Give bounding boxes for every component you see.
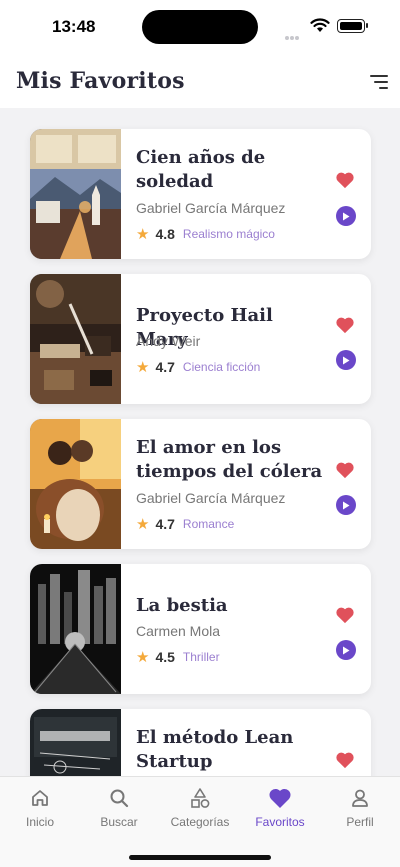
tab-categorias[interactable]: Categorías [162, 785, 238, 829]
page-title: Mis Favoritos [16, 68, 185, 94]
book-cover-image [30, 274, 121, 404]
play-icon [343, 646, 350, 654]
person-icon [352, 789, 368, 807]
book-cover-image [30, 419, 121, 549]
book-title: El amor en los tiempos del cólera [136, 437, 323, 482]
tab-label: Buscar [100, 815, 138, 829]
wifi-icon [310, 18, 330, 32]
book-author: Gabriel García Márquez [136, 200, 286, 216]
rating-value: 4.7 [155, 516, 175, 532]
rating-value: 4.5 [155, 649, 175, 665]
dynamic-island [142, 10, 258, 44]
star-icon: ★ [136, 358, 150, 376]
book-card[interactable]: La bestia Carmen Mola ★ 4.5 Thriller [30, 564, 371, 694]
play-button[interactable] [336, 350, 356, 370]
rating-row: ★ 4.8 Realismo mágico [136, 225, 275, 243]
play-button[interactable] [336, 495, 356, 515]
book-cover-image [30, 129, 121, 259]
genre-label: Thriller [182, 650, 220, 664]
rating-value: 4.8 [155, 226, 175, 242]
play-icon [343, 501, 350, 509]
tab-label: Perfil [346, 815, 374, 829]
book-title: El método Lean Startup [136, 727, 294, 772]
book-cover-image [30, 564, 121, 694]
book-author: Gabriel García Márquez [136, 490, 286, 506]
book-author: Carmen Mola [136, 623, 221, 639]
book-title: Cien años de soledad [136, 147, 266, 192]
rating-value: 4.7 [155, 359, 175, 375]
book-card[interactable]: Proyecto Hail Mary Andy Weir ★ 4.7 Cienc… [30, 274, 371, 404]
header: Mis Favoritos [0, 56, 400, 108]
play-button[interactable] [336, 206, 356, 226]
home-indicator [129, 855, 271, 860]
status-time: 13:48 [52, 17, 96, 36]
heart-icon[interactable] [335, 606, 355, 624]
tab-label: Inicio [25, 815, 54, 829]
favorites-list[interactable]: Cien años de soledad Gabriel García Márq… [0, 108, 400, 776]
heart-icon[interactable] [335, 751, 355, 769]
rating-row: ★ 4.5 Thriller [136, 648, 220, 666]
status-bar: 13:48 [0, 0, 400, 56]
heart-icon[interactable] [335, 316, 355, 334]
genre-label: Ciencia ficción [182, 360, 261, 374]
book-author: Andy Weir [136, 333, 201, 349]
genre-label: Romance [182, 517, 235, 531]
tab-inicio[interactable]: Inicio [2, 785, 78, 829]
heart-icon [269, 788, 291, 808]
book-cover-image [30, 709, 121, 776]
search-icon [110, 789, 129, 808]
star-icon: ★ [136, 225, 150, 243]
tab-favoritos[interactable]: Favoritos [242, 785, 318, 829]
tab-perfil[interactable]: Perfil [322, 785, 398, 829]
genre-label: Realismo mágico [182, 227, 275, 241]
book-card[interactable]: Cien años de soledad Gabriel García Márq… [30, 129, 371, 259]
book-title: La bestia [136, 595, 228, 616]
book-card[interactable]: El amor en los tiempos del cólera Gabrie… [30, 419, 371, 549]
tab-label: Categorías [170, 815, 230, 829]
tab-label: Favoritos [255, 815, 305, 829]
heart-icon[interactable] [335, 171, 355, 189]
heart-icon[interactable] [335, 461, 355, 479]
rating-row: ★ 4.7 Romance [136, 515, 234, 533]
star-icon: ★ [136, 515, 150, 533]
battery-icon [337, 19, 368, 33]
home-icon [32, 790, 48, 806]
play-icon [343, 356, 350, 364]
play-button[interactable] [336, 640, 356, 660]
rating-row: ★ 4.7 Ciencia ficción [136, 358, 260, 376]
book-card[interactable]: El método Lean Startup [30, 709, 371, 776]
filter-lines-icon[interactable] [366, 72, 388, 92]
tab-bar: Inicio Buscar Categorías Favoritos Perfi… [0, 776, 400, 867]
tab-buscar[interactable]: Buscar [81, 785, 157, 829]
signal-icon [285, 27, 303, 40]
categories-icon [191, 788, 210, 808]
star-icon: ★ [136, 648, 150, 666]
play-icon [343, 212, 350, 220]
